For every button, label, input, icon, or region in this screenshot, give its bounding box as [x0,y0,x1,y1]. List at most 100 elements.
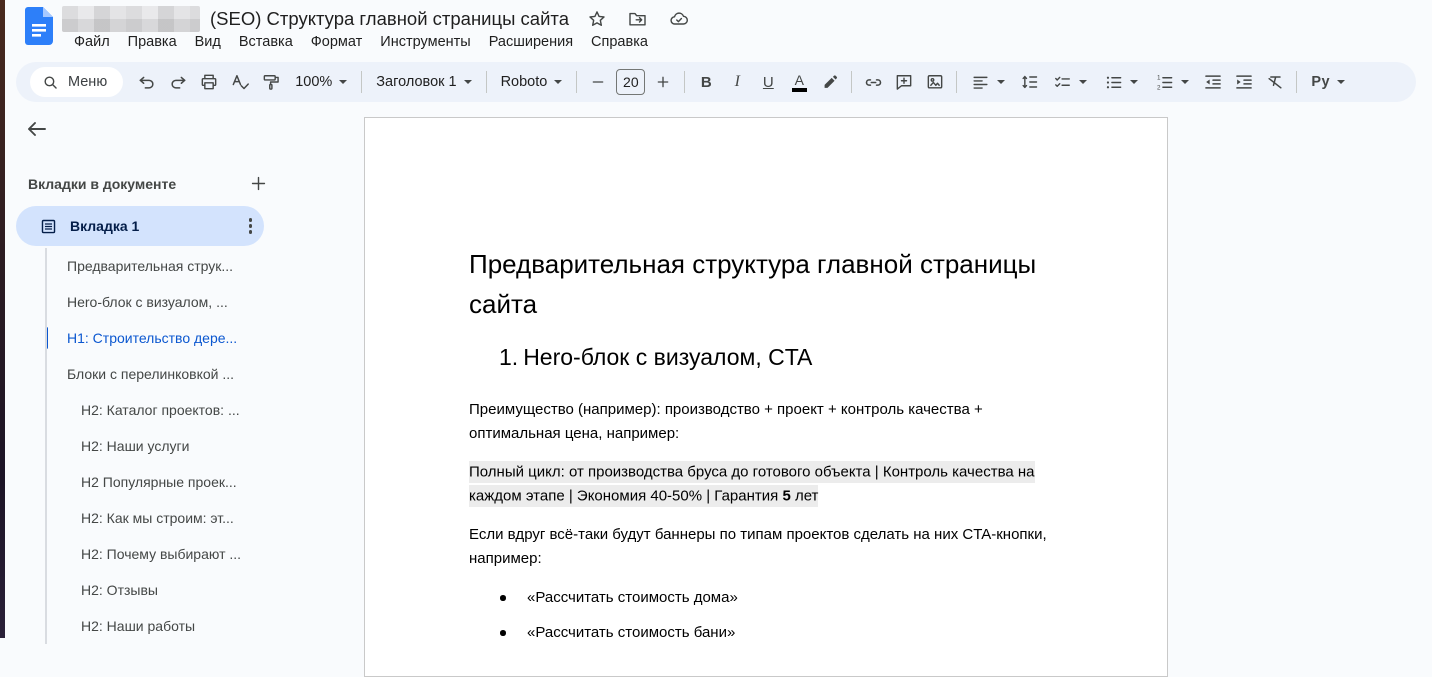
outline-item-active[interactable]: H1: Строительство дере... [47,320,297,356]
search-icon [42,74,59,91]
menu-format[interactable]: Формат [304,31,370,53]
outline-item[interactable]: H2: Наши работы [47,608,297,644]
font-size-input[interactable] [616,69,645,95]
paint-format-button[interactable] [256,67,286,97]
document-title[interactable]: (SEO) Структура главной страницы сайта [210,8,569,30]
divider [956,71,957,93]
redo-button[interactable] [163,67,193,97]
outline-item[interactable]: Hero-блок с визуалом, ... [47,284,297,320]
document-page[interactable]: Предварительная структура главной страни… [364,117,1168,677]
title-row: (SEO) Структура главной страницы сайта [62,6,690,32]
checklist-icon [1053,73,1072,92]
tabs-header-label: Вкладки в документе [28,176,176,192]
outline-item[interactable]: Предварительная струк... [47,248,297,284]
align-left-icon [971,73,990,92]
heading-text: Hero-блок с визуалом, CTA [523,342,812,372]
increase-indent-button[interactable] [1229,67,1259,97]
outline-item[interactable]: H2: Как мы строим: эт... [47,500,297,536]
paint-roller-icon [261,72,281,92]
zoom-value: 100% [295,74,332,90]
tab-item-active[interactable]: Вкладка 1 [16,206,264,246]
add-tab-button[interactable] [249,174,268,193]
bold-button[interactable]: B [691,67,721,97]
toolbar: Меню 100% [16,62,1416,102]
indent-icon [1234,72,1254,92]
line-spacing-button[interactable] [1014,67,1044,97]
document-status-button[interactable] [668,9,690,29]
document-content: Предварительная структура главной страни… [365,118,1167,645]
link-icon [863,72,884,93]
plus-icon [655,74,671,90]
line-spacing-icon [1019,72,1039,92]
font-family-select[interactable]: Roboto [493,67,571,97]
close-sidebar-button[interactable] [25,117,49,141]
add-comment-button[interactable] [889,67,919,97]
menu-extensions[interactable]: Расширения [482,31,580,53]
plus-icon [249,174,268,193]
increase-font-size-button[interactable] [648,67,678,97]
paragraph-style-value: Заголовок 1 [376,74,456,90]
input-tools-button[interactable]: Ру [1303,67,1353,97]
print-button[interactable] [194,67,224,97]
clear-formatting-icon [1265,72,1285,92]
italic-button[interactable]: I [722,67,752,97]
input-tools-label: Ру [1311,74,1330,90]
highlighted-bold-text: 5 [782,485,790,507]
zoom-select[interactable]: 100% [287,67,355,97]
clear-formatting-button[interactable] [1260,67,1290,97]
minus-icon [590,74,606,90]
paragraph: Если вдруг всё-таки будут баннеры по тип… [469,523,1063,571]
redo-icon [168,72,188,92]
highlight-color-button[interactable] [815,67,845,97]
menu-file[interactable]: Файл [67,31,117,53]
doc-title-text: Предварительная структура главной страни… [469,244,1063,324]
star-button[interactable] [587,9,607,29]
tab-options-button[interactable] [249,218,253,234]
list-item: «Рассчитать стоимость дома» [527,586,1063,610]
checklist-button[interactable] [1045,67,1095,97]
undo-button[interactable] [132,67,162,97]
paragraph-style-select[interactable]: Заголовок 1 [368,67,479,97]
outline-item[interactable]: H2: Каталог проектов: ... [47,392,297,428]
insert-link-button[interactable] [858,67,888,97]
text-color-icon: A [792,73,807,92]
underline-button[interactable]: U [753,67,783,97]
google-docs-window: (SEO) Структура главной страницы сайта [0,0,1432,638]
menu-tools[interactable]: Инструменты [373,31,477,53]
outline-item[interactable]: H2 Популярные проек... [47,464,297,500]
chevron-down-icon [1181,80,1189,84]
menu-insert[interactable]: Вставка [232,31,300,53]
decrease-font-size-button[interactable] [583,67,613,97]
divider [486,71,487,93]
header: (SEO) Структура главной страницы сайта [5,0,1432,62]
highlighter-icon [820,72,840,92]
outline-item[interactable]: H2: Наши услуги [47,428,297,464]
menu-edit[interactable]: Правка [121,31,184,53]
move-to-folder-button[interactable] [627,9,648,29]
google-docs-icon[interactable] [25,7,53,45]
folder-move-icon [627,9,648,29]
menu-help[interactable]: Справка [584,31,655,53]
spellcheck-button[interactable] [225,67,255,97]
underline-glyph: U [763,74,774,91]
menu-view[interactable]: Вид [188,31,228,53]
menu-bar: Файл Правка Вид Вставка Формат Инструмен… [67,31,655,53]
star-icon [587,9,607,29]
numbered-list-button[interactable]: 1 2 [1147,67,1197,97]
bulleted-list-button[interactable] [1096,67,1146,97]
search-menus-button[interactable]: Меню [30,67,123,97]
numbered-list-icon: 1 2 [1155,73,1174,92]
divider [576,71,577,93]
text-color-button[interactable]: A [784,67,814,97]
bold-glyph: B [701,74,712,91]
bulleted-list-icon [1104,73,1123,92]
insert-image-button[interactable] [920,67,950,97]
bullet-list: «Рассчитать стоимость дома» «Рассчитать … [469,586,1063,645]
decrease-indent-button[interactable] [1198,67,1228,97]
align-button[interactable] [963,67,1013,97]
outline-item[interactable]: H2: Отзывы [47,572,297,608]
highlighted-paragraph: Полный цикл: от производства бруса до го… [469,460,1063,508]
outline-item[interactable]: Блоки с перелинковкой ... [47,356,297,392]
outline-item[interactable]: H2: Почему выбирают ... [47,536,297,572]
tab-document-icon [40,218,57,235]
